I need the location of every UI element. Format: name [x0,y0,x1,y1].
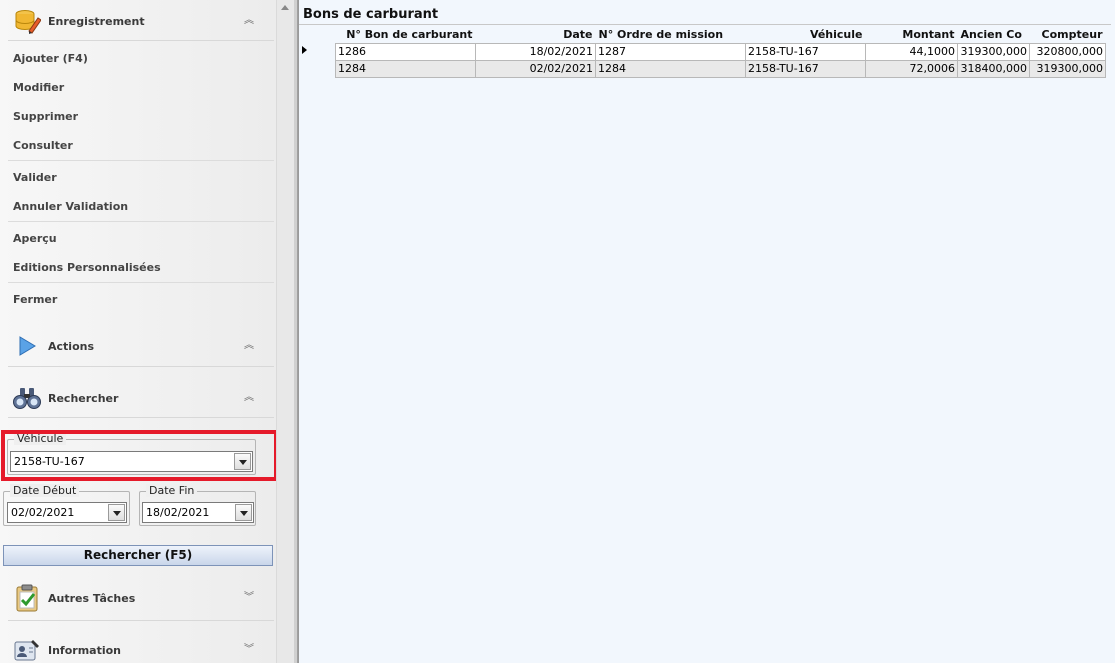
grid-header-row: N° Bon de carburant Date N° Ordre de mis… [336,26,1106,43]
column-header[interactable]: Montant [866,26,958,43]
date-debut-label: Date Début [10,484,80,497]
table-row[interactable]: 1286 18/02/2021 1287 2158-TU-167 44,1000… [335,42,1106,61]
bons-grid: N° Bon de carburant Date N° Ordre de mis… [335,26,1106,78]
cell-ordre[interactable]: 1284 [595,59,746,78]
group-enregistrement-header[interactable]: Enregistrement ︽ [0,3,276,39]
date-debut-picker[interactable]: 02/02/2021 [7,502,127,523]
group-rechercher-header[interactable]: Rechercher ︽ [0,380,276,416]
menu-fermer[interactable]: Fermer [13,293,57,306]
group-rechercher-title: Rechercher [48,391,119,405]
database-pencil-icon [12,6,42,36]
cell-ordre[interactable]: 1287 [595,42,746,61]
date-debut-value: 02/02/2021 [11,506,75,519]
cell-bon[interactable]: 1286 [335,42,476,61]
divider [8,40,274,41]
cell-montant[interactable]: 72,0006 [865,59,958,78]
divider [8,282,274,283]
table-row[interactable]: 1284 02/02/2021 1284 2158-TU-167 72,0006… [335,59,1106,78]
dropdown-arrow-icon[interactable] [108,504,125,521]
task-sidebar: Enregistrement ︽ Ajouter (F4) Modifier S… [0,0,276,663]
group-information-header[interactable]: Information ︾ [0,632,276,663]
date-fin-picker[interactable]: 18/02/2021 [142,502,254,523]
menu-consulter[interactable]: Consulter [13,139,73,152]
cell-ancien[interactable]: 318400,000 [957,59,1030,78]
main-panel: Bons de carburant N° Bon de carburant Da… [298,0,1115,663]
group-actions-header[interactable]: Actions ︽ [0,328,276,364]
menu-supprimer[interactable]: Supprimer [13,110,78,123]
cell-vehicule[interactable]: 2158-TU-167 [745,42,866,61]
cell-montant[interactable]: 44,1000 [865,42,958,61]
menu-editions-personnalisees[interactable]: Editions Personnalisées [13,261,161,274]
group-autres-taches-header[interactable]: Autres Tâches ︾ [0,580,276,616]
divider [8,620,274,621]
divider [8,366,274,367]
rechercher-button[interactable]: Rechercher (F5) [3,545,273,566]
collapse-chevron-icon[interactable]: ︽ [243,15,255,27]
collapse-chevron-icon[interactable]: ︽ [243,392,255,404]
group-information-title: Information [48,643,121,657]
page-title: Bons de carburant [303,7,439,22]
expand-chevron-icon[interactable]: ︾ [243,644,255,656]
menu-ajouter[interactable]: Ajouter (F4) [13,52,88,65]
cell-date[interactable]: 18/02/2021 [475,42,596,61]
user-card-icon [12,635,42,663]
menu-annuler-validation[interactable]: Annuler Validation [13,200,128,213]
collapse-chevron-icon[interactable]: ︽ [243,340,255,352]
divider [8,417,274,418]
cell-ancien[interactable]: 319300,000 [957,42,1030,61]
divider [8,221,274,222]
divider [8,160,274,161]
column-header[interactable]: N° Bon de carburant [336,26,476,43]
cell-date[interactable]: 02/02/2021 [475,59,596,78]
column-header[interactable]: N° Ordre de mission [596,26,746,43]
group-enregistrement-title: Enregistrement [48,14,145,28]
sidebar-scrollbar[interactable] [276,0,294,663]
date-fin-label: Date Fin [146,484,198,497]
cell-compteur[interactable]: 320800,000 [1029,42,1106,61]
cell-vehicule[interactable]: 2158-TU-167 [745,59,866,78]
date-fin-fieldset: Date Fin 18/02/2021 [139,484,256,526]
cell-bon[interactable]: 1284 [335,59,476,78]
group-autres-taches-title: Autres Tâches [48,591,136,605]
highlight-box [1,430,278,481]
group-actions-title: Actions [48,339,94,353]
date-debut-fieldset: Date Début 02/02/2021 [3,484,130,526]
date-fin-value: 18/02/2021 [146,506,210,519]
play-triangle-icon [12,331,42,361]
column-header[interactable]: Compteur [1030,26,1106,43]
divider [299,24,1111,25]
clipboard-check-icon [12,583,42,613]
column-header[interactable]: Véhicule [746,26,866,43]
menu-valider[interactable]: Valider [13,171,57,184]
dropdown-arrow-icon[interactable] [235,504,252,521]
cell-compteur[interactable]: 319300,000 [1029,59,1106,78]
menu-modifier[interactable]: Modifier [13,81,64,94]
binoculars-icon [12,383,42,413]
expand-chevron-icon[interactable]: ︾ [243,592,255,604]
column-header[interactable]: Date [476,26,596,43]
current-row-indicator-icon [302,46,307,54]
menu-apercu[interactable]: Aperçu [13,232,57,245]
scroll-up-arrow-icon[interactable] [281,5,289,10]
column-header[interactable]: Ancien Co [958,26,1030,43]
